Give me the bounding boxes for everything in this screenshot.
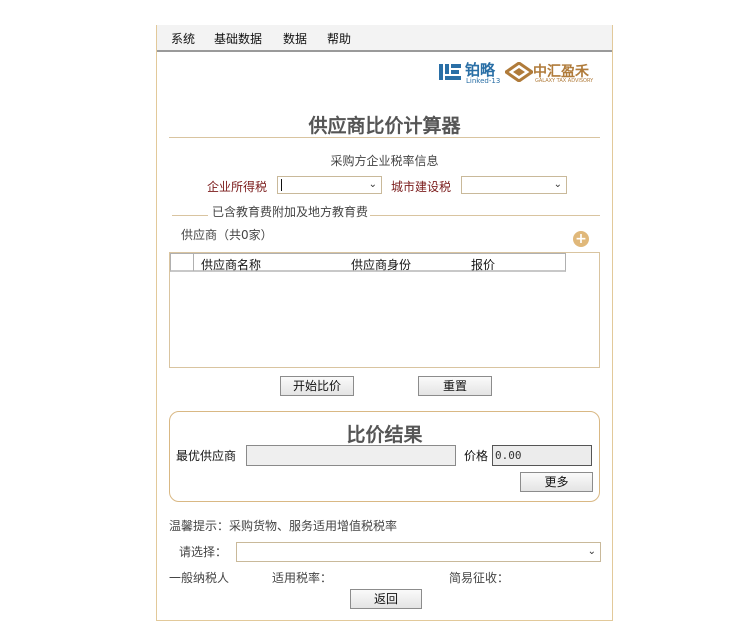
more-button[interactable]: 更多 <box>520 472 593 492</box>
back-button[interactable]: 返回 <box>350 589 422 609</box>
menu-help[interactable]: 帮助 <box>327 30 351 47</box>
supplier-table: 供应商名称 供应商身份 报价 <box>169 252 600 368</box>
price-field[interactable]: 0.00 <box>492 445 592 466</box>
plus-circle-icon: + <box>575 231 587 247</box>
applicable-rate-label: 适用税率： <box>272 571 333 585</box>
menu-system[interactable]: 系统 <box>171 30 195 47</box>
city-tax-select[interactable]: ⌄ <box>461 176 567 194</box>
menu-data[interactable]: 数据 <box>283 30 307 47</box>
hint-text: 温馨提示：采购货物、服务适用增值税税率 <box>169 519 398 533</box>
simple-levy-label: 简易征收： <box>449 571 510 585</box>
menu-base-data[interactable]: 基础数据 <box>214 30 262 47</box>
table-header-corner[interactable] <box>171 254 194 271</box>
chevron-down-icon: ⌄ <box>587 546 596 557</box>
start-compare-button[interactable]: 开始比价 <box>280 376 354 396</box>
galaxy-logo-mark <box>505 62 533 82</box>
logo-area: 铂略 Linked-13 中汇盈禾 GALAXY TAX ADVISORY <box>439 58 609 86</box>
choose-label: 请选择： <box>179 545 228 559</box>
add-supplier-button[interactable]: + <box>573 231 589 247</box>
app-window: 系统 基础数据 数据 帮助 铂略 Linked-13 中汇盈禾 GALAXY T… <box>156 25 613 621</box>
education-fee-note: 已含教育费附加及地方教育费 <box>212 205 369 219</box>
best-supplier-field[interactable] <box>246 445 456 466</box>
galaxy-logo-sub: GALAXY TAX ADVISORY <box>535 78 594 84</box>
title-divider <box>169 137 600 138</box>
reset-button[interactable]: 重置 <box>418 376 492 396</box>
best-supplier-label: 最优供应商 <box>176 449 237 463</box>
column-supplier-name[interactable]: 供应商名称 <box>201 256 261 273</box>
text-caret <box>281 179 282 191</box>
corp-tax-select[interactable]: ⌄ <box>277 176 382 194</box>
fieldset-line-right <box>370 215 600 216</box>
linked13-logo-sub: Linked-13 <box>466 77 501 85</box>
chevron-down-icon: ⌄ <box>553 179 562 190</box>
supplier-count: 供应商（共0家） <box>181 228 273 242</box>
result-title: 比价结果 <box>346 424 423 446</box>
price-label: 价格 <box>464 449 489 463</box>
chevron-down-icon: ⌄ <box>368 179 377 190</box>
menu-bar: 系统 基础数据 数据 帮助 <box>157 25 612 52</box>
result-panel: 比价结果 最优供应商 价格 0.00 更多 <box>169 411 600 502</box>
city-tax-label: 城市建设税 <box>391 180 452 194</box>
corp-tax-label: 企业所得税 <box>207 180 268 194</box>
linked13-logo-mark <box>439 64 461 80</box>
table-header: 供应商名称 供应商身份 报价 <box>170 253 566 272</box>
vat-rate-select[interactable]: ⌄ <box>236 542 601 562</box>
column-quote[interactable]: 报价 <box>471 256 495 273</box>
column-supplier-identity[interactable]: 供应商身份 <box>351 256 411 273</box>
page-title: 供应商比价计算器 <box>308 115 461 137</box>
purchaser-section-title: 采购方企业税率信息 <box>330 154 439 168</box>
general-taxpayer-label: 一般纳税人 <box>169 571 230 585</box>
fieldset-line-left <box>172 215 208 216</box>
